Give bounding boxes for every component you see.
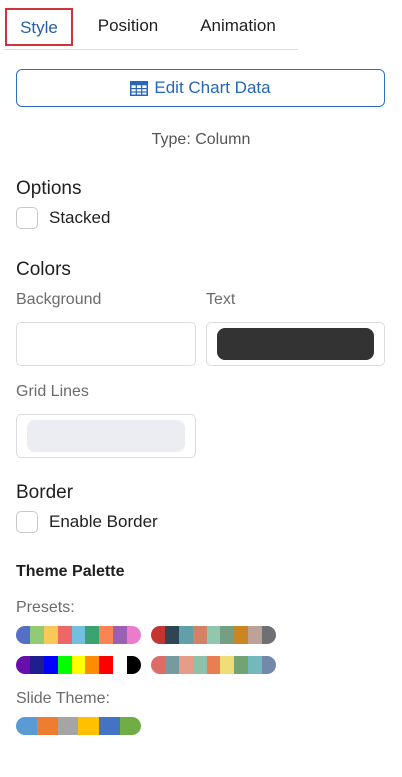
grid-lines-color-picker[interactable] [16,414,196,458]
presets-label: Presets: [16,599,75,616]
stacked-checkbox[interactable] [16,207,38,229]
palette-swatch [113,656,128,674]
palette-swatch [248,656,263,674]
palette-swatch [43,656,58,674]
palette-swatch [85,656,100,674]
palette-swatch [220,656,235,674]
text-color-picker[interactable] [206,322,385,366]
palette-swatch [85,626,100,644]
colors-heading: Colors [16,259,71,280]
palette-swatch [71,656,86,674]
enable-border-checkbox[interactable] [16,511,38,533]
background-label: Background [16,291,102,308]
tab-position[interactable]: Position [90,8,166,46]
theme-palette-heading: Theme Palette [16,563,125,580]
text-color-swatch [217,328,374,360]
palette-swatch [16,656,30,674]
palette-swatch [99,656,114,674]
palette-swatch [206,656,221,674]
text-color-label: Text [206,291,236,308]
palette-swatch [71,626,86,644]
edit-chart-data-button[interactable]: Edit Chart Data [16,69,385,107]
enable-border-label: Enable Border [49,512,158,531]
stacked-label: Stacked [49,208,111,227]
palette-swatch [127,656,141,674]
slide-theme-label: Slide Theme: [16,690,110,707]
palette-swatch [234,656,249,674]
grid-lines-color-swatch [27,420,185,452]
palette-swatch [78,717,100,735]
palette-swatch [57,717,79,735]
options-heading: Options [16,178,82,199]
palette-swatch [151,626,165,644]
preset-palette-3[interactable] [16,656,141,674]
palette-swatch [234,626,249,644]
tab-divider [4,49,298,50]
palette-swatch [16,717,37,735]
palette-swatch [248,626,263,644]
palette-swatch [57,626,72,644]
grid-lines-label: Grid Lines [16,383,89,400]
palette-swatch [120,717,141,735]
palette-swatch [178,656,193,674]
palette-swatch [192,656,207,674]
edit-chart-data-label: Edit Chart Data [154,78,271,97]
palette-swatch [127,626,141,644]
palette-swatch [178,626,193,644]
background-color-picker[interactable] [16,322,196,366]
palette-swatch [99,717,121,735]
preset-palette-1[interactable] [16,626,141,644]
palette-swatch [36,717,58,735]
preset-palette-4[interactable] [151,656,276,674]
tab-bar: Style Position Animation [0,0,402,52]
table-grid-icon [130,80,149,96]
stacked-option[interactable]: Stacked [16,207,110,229]
palette-swatch [262,626,276,644]
palette-swatch [262,656,276,674]
palette-swatch [43,626,58,644]
tab-style[interactable]: Style [5,8,73,46]
palette-swatch [57,656,72,674]
palette-swatch [99,626,114,644]
palette-swatch [16,626,30,644]
slide-theme-palette[interactable] [16,717,141,735]
enable-border-option[interactable]: Enable Border [16,511,158,533]
palette-swatch [164,656,179,674]
palette-swatch [220,626,235,644]
preset-palette-2[interactable] [151,626,276,644]
palette-swatch [192,626,207,644]
palette-swatch [29,656,44,674]
tab-animation[interactable]: Animation [190,8,286,46]
palette-swatch [164,626,179,644]
chart-type-text: Type: Column [151,131,251,148]
palette-swatch [151,656,165,674]
palette-swatch [113,626,128,644]
border-heading: Border [16,482,74,503]
palette-swatch [29,626,44,644]
palette-swatch [206,626,221,644]
